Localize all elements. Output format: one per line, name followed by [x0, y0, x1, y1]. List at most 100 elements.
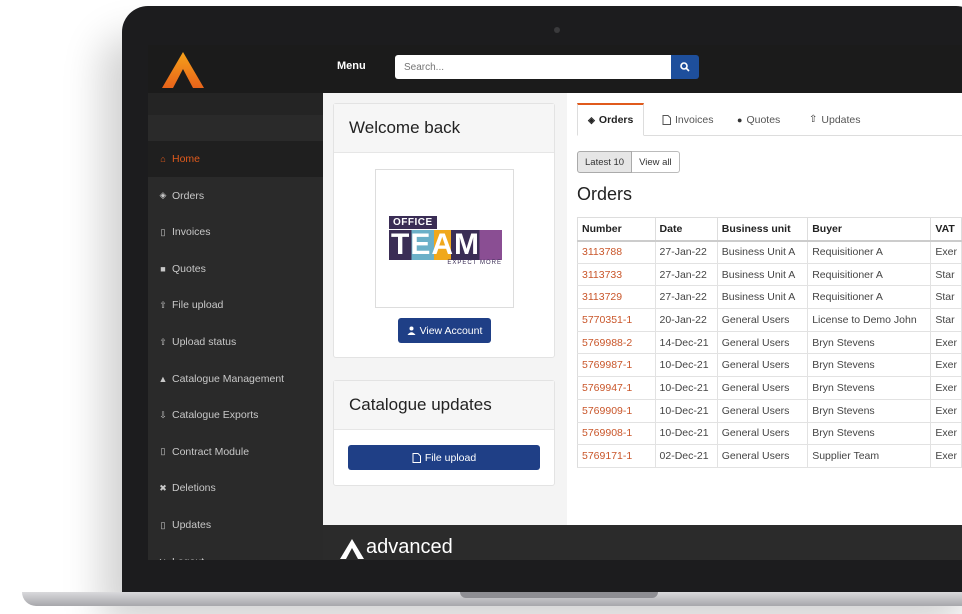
- table-cell: Exer: [930, 376, 962, 400]
- sidebar-item-home[interactable]: ⌂ Home: [148, 141, 323, 177]
- sidebar-item-catalogue-management[interactable]: ▲ Catalogue Management: [148, 361, 323, 397]
- document-icon: ▯: [160, 446, 166, 457]
- sidebar-item-logout[interactable]: ↪ Logout: [148, 544, 323, 560]
- table-header-row: Number Date Business unit Buyer VAT: [577, 217, 962, 242]
- sidebar-item-contract-module[interactable]: ▯ Contract Module: [148, 434, 323, 470]
- menu-button[interactable]: Menu: [337, 60, 366, 72]
- table-row[interactable]: 3113729 27-Jan-22 Business Unit A Requisiti…: [577, 285, 962, 310]
- column-header[interactable]: Number: [577, 217, 656, 242]
- brand-logo[interactable]: [148, 45, 323, 93]
- order-number-link[interactable]: 5769987-1: [577, 353, 656, 378]
- close-icon: ✖: [159, 482, 167, 493]
- sidebar-item-file-upload[interactable]: ⇧ File upload: [148, 287, 323, 323]
- company-logo: OFFICE TEAM EXPECT MORE: [375, 169, 514, 308]
- column-header[interactable]: Date: [655, 217, 718, 242]
- table-row[interactable]: 5769909-1 10-Dec-21 General Users Bryn Stev…: [577, 399, 962, 423]
- sidebar-item-deletions[interactable]: ✖ Deletions: [148, 470, 323, 506]
- sidebar-item-catalogue-exports[interactable]: ⇩ Catalogue Exports: [148, 397, 323, 433]
- order-number-link[interactable]: 5769908-1: [577, 422, 656, 446]
- table-cell: Exer: [930, 444, 962, 468]
- table-row[interactable]: 5769947-1 10-Dec-21 General Users Bryn Stev…: [577, 376, 962, 400]
- filter-toggle: Latest 10 View all: [577, 151, 680, 173]
- user-icon: [407, 326, 416, 335]
- logout-icon: ↪: [158, 556, 168, 560]
- view-all-button[interactable]: View all: [632, 151, 680, 173]
- catalogue-title: Catalogue updates: [334, 381, 554, 430]
- order-number-link[interactable]: 3113733: [577, 263, 656, 287]
- sidebar-item-label: Catalogue Management: [172, 372, 285, 385]
- orders-heading: Orders: [577, 184, 633, 204]
- table-row[interactable]: 5770351-1 20-Jan-22 General Users License t…: [577, 308, 962, 332]
- sidebar-item-label: Orders: [172, 189, 205, 202]
- order-number-link[interactable]: 5769988-2: [577, 331, 656, 355]
- table-cell: 10-Dec-21: [655, 422, 718, 446]
- table-row[interactable]: 5769988-2 14-Dec-21 General Users Bryn Stev…: [577, 331, 962, 355]
- order-number-link[interactable]: 3113788: [577, 240, 656, 264]
- search-button[interactable]: [671, 55, 699, 79]
- tab-orders-label: Orders: [598, 114, 634, 126]
- table-cell: Supplier Team: [807, 444, 932, 468]
- document-icon: [412, 452, 421, 463]
- sidebar-item-label: Home: [172, 153, 201, 165]
- table-row[interactable]: 3113733 27-Jan-22 Business Unit A Requisiti…: [577, 263, 962, 287]
- tab-invoices-label: Invoices: [675, 113, 714, 126]
- order-number-link[interactable]: 5770351-1: [577, 308, 656, 332]
- top-bar: Menu: [148, 45, 962, 93]
- sidebar-spacer: [148, 93, 323, 115]
- file-upload-button[interactable]: File upload: [348, 445, 540, 470]
- table-cell: Requisitioner A: [807, 285, 932, 310]
- tab-updates[interactable]: ⇧ Updates: [809, 103, 861, 136]
- table-row[interactable]: 5769908-1 10-Dec-21 General Users Bryn Stev…: [577, 422, 962, 446]
- logo-team-text: TEAM: [389, 230, 502, 260]
- order-number-link[interactable]: 5769947-1: [577, 376, 656, 400]
- column-header[interactable]: Buyer: [807, 217, 932, 242]
- view-account-button[interactable]: View Account: [398, 318, 491, 343]
- tab-orders[interactable]: ◈ Orders: [577, 103, 645, 136]
- latest-10-button[interactable]: Latest 10: [577, 151, 633, 173]
- upload-icon: ⇧: [159, 336, 167, 347]
- sidebar-item-label: Invoices: [172, 226, 211, 239]
- comment-icon: ●: [737, 114, 743, 125]
- column-header[interactable]: Business unit: [717, 217, 809, 242]
- sidebar-item-orders[interactable]: ◈ Orders: [148, 178, 323, 214]
- order-number-link[interactable]: 5769909-1: [577, 399, 656, 423]
- table-cell: Business Unit A: [717, 263, 809, 287]
- laptop-bezel: [148, 560, 962, 594]
- table-cell: General Users: [717, 399, 809, 423]
- table-cell: 10-Dec-21: [655, 353, 718, 378]
- sidebar-item-invoices[interactable]: ▯ Invoices: [148, 214, 323, 250]
- sidebar-item-updates[interactable]: ▯ Updates: [148, 507, 323, 543]
- camera: [554, 27, 560, 33]
- table-cell: 14-Dec-21: [655, 331, 718, 355]
- footer-logo: advanced: [340, 536, 453, 559]
- home-icon: ⌂: [160, 154, 166, 164]
- order-number-link[interactable]: 3113729: [577, 285, 656, 310]
- sidebar-item-label: Catalogue Exports: [172, 409, 259, 422]
- laptop-notch: [460, 592, 658, 598]
- table-cell: Bryn Stevens: [807, 399, 932, 423]
- upload-icon: ⇧: [159, 299, 167, 310]
- table-row[interactable]: 5769171-1 02-Dec-21 General Users Supplier …: [577, 444, 962, 468]
- sidebar-item-label: Quotes: [172, 262, 206, 275]
- tags-icon: ◈: [588, 114, 595, 125]
- sidebar-item-quotes[interactable]: ■ Quotes: [148, 251, 323, 287]
- search-input[interactable]: [395, 55, 671, 79]
- truck-icon: ■: [160, 263, 166, 274]
- table-cell: Star: [930, 308, 962, 332]
- table-cell: License to Demo John: [807, 308, 932, 332]
- tab-quotes[interactable]: ● Quotes: [737, 103, 780, 136]
- tab-invoices[interactable]: Invoices: [662, 103, 714, 136]
- table-cell: Bryn Stevens: [807, 422, 932, 446]
- table-cell: 27-Jan-22: [655, 263, 718, 287]
- table-row[interactable]: 3113788 27-Jan-22 Business Unit A Requisiti…: [577, 240, 962, 264]
- table-cell: General Users: [717, 376, 809, 400]
- order-number-link[interactable]: 5769171-1: [577, 444, 656, 468]
- sidebar-item-upload-status[interactable]: ⇧ Upload status: [148, 324, 323, 360]
- table-row[interactable]: 5769987-1 10-Dec-21 General Users Bryn Stev…: [577, 353, 962, 378]
- table-cell: 27-Jan-22: [655, 240, 718, 264]
- column-header[interactable]: VAT: [930, 217, 962, 242]
- table-cell: Business Unit A: [717, 285, 809, 310]
- table-cell: Bryn Stevens: [807, 353, 932, 378]
- document-icon: ▯: [160, 519, 166, 530]
- table-cell: 10-Dec-21: [655, 376, 718, 400]
